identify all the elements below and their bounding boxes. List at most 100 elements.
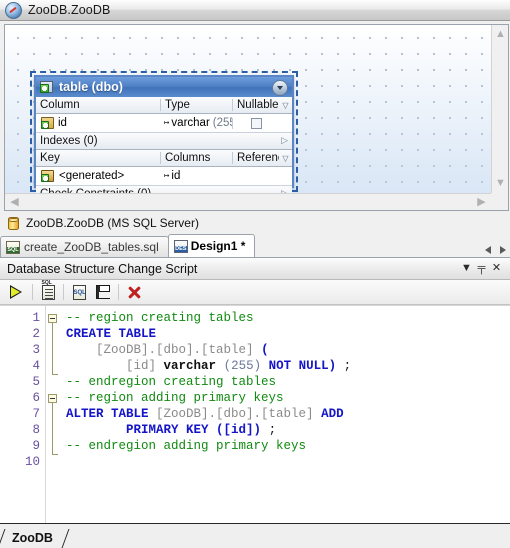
clear-button[interactable]	[122, 281, 146, 303]
status-tab-label: ZooDB	[12, 531, 53, 545]
red-x-icon	[127, 285, 141, 299]
column-nullable-cell[interactable]	[232, 117, 279, 129]
header-type: Type	[160, 99, 232, 111]
code-token: CREATE TABLE	[66, 327, 157, 341]
code-content[interactable]: -- region creating tables CREATE TABLE [Z…	[62, 306, 510, 523]
execute-button[interactable]	[5, 281, 29, 303]
code-token: NOT NULL)	[268, 359, 337, 373]
column-name: id	[58, 117, 67, 129]
panel-menu-button[interactable]: ▼	[459, 261, 474, 276]
status-tab-zoodb[interactable]: ZooDB	[0, 528, 67, 548]
indexes-section-row[interactable]: Indexes (0) ▷	[36, 133, 292, 150]
diagram-canvas-frame: table (dbo) Column Type Nullable ▽ id ↦ …	[4, 24, 509, 211]
key-name-cell: <generated>	[36, 170, 160, 182]
tab-label: create_ZooDB_tables.sql	[24, 240, 159, 254]
database-icon	[8, 216, 19, 230]
code-token: PRIMARY KEY ([id])	[126, 423, 262, 437]
code-line: -- endregion adding primary keys	[66, 438, 510, 454]
code-line: PRIMARY KEY ([id]) ;	[66, 422, 510, 438]
expand-arrow-icon[interactable]: ▷	[281, 136, 288, 145]
fold-end-1	[52, 374, 58, 375]
relation-icon: ↦	[164, 118, 170, 128]
sql-editor[interactable]: 1 2 3 4 5 6 7 8 9 10 -- region creating tables CRE…	[0, 305, 510, 523]
relation-icon: ↦	[164, 171, 170, 181]
panel-title: Database Structure Change Script	[7, 261, 198, 276]
fold-box-region-1[interactable]	[48, 313, 57, 323]
play-icon	[10, 285, 24, 299]
copy-sql-button[interactable]	[36, 281, 60, 303]
fold-line-2	[52, 403, 53, 454]
check-constraints-section-row[interactable]: Check Constraints (0) ▷	[36, 186, 292, 193]
code-line: [id] varchar (255) NOT NULL) ;	[66, 358, 510, 374]
panel-header: Database Structure Change Script ▼ ╤ ✕	[0, 258, 510, 280]
panel-toolbar	[0, 280, 510, 305]
header-key: Key	[40, 152, 60, 164]
connection-label: ZooDB.ZooDB (MS SQL Server)	[26, 216, 199, 230]
scroll-down-icon[interactable]: ▼	[492, 175, 508, 192]
diagram-horizontal-scrollbar[interactable]: ◀ ▶	[5, 193, 491, 210]
nullable-checkbox[interactable]	[250, 117, 262, 129]
scroll-right-icon[interactable]: ▶	[473, 194, 490, 210]
code-line: CREATE TABLE	[66, 326, 510, 342]
code-line: ALTER TABLE [ZooDB].[dbo].[table] ADD	[66, 406, 510, 422]
nav-prev-icon[interactable]	[485, 246, 491, 254]
primary-key-column-icon	[41, 117, 54, 129]
connection-row[interactable]: ZooDB.ZooDB (MS SQL Server)	[0, 213, 510, 233]
window-title: ZooDB.ZooDB	[28, 3, 111, 17]
code-token: ;	[343, 359, 352, 373]
nav-next-icon[interactable]	[500, 246, 506, 254]
tab-design1[interactable]: Design1 *	[167, 234, 256, 257]
code-line: -- endregion creating tables	[66, 374, 510, 390]
change-script-panel: Database Structure Change Script ▼ ╤ ✕ 1…	[0, 258, 510, 548]
design-file-icon	[173, 239, 188, 253]
document-tab-strip: create_ZooDB_tables.sql Design1 *	[0, 233, 510, 258]
table-row[interactable]: <generated> ↦ id	[36, 167, 292, 186]
panel-close-button[interactable]: ✕	[489, 261, 504, 276]
entity-title-bar[interactable]: table (dbo)	[36, 77, 292, 97]
line-number: 2	[32, 327, 40, 341]
tab-create-zoodb-tables-sql[interactable]: create_ZooDB_tables.sql	[0, 236, 169, 257]
key-columns-cell: ↦ id	[160, 170, 232, 182]
table-icon	[40, 81, 53, 93]
diagram-area: table (dbo) Column Type Nullable ▽ id ↦ …	[0, 21, 510, 213]
code-token: -- region creating tables	[66, 311, 254, 325]
code-token: [ZooDB].[dbo].[table]	[156, 407, 314, 421]
scroll-left-icon[interactable]: ◀	[6, 194, 23, 210]
toolbar-separator	[63, 284, 64, 300]
code-token: ADD	[321, 407, 344, 421]
code-folding-column[interactable]	[46, 306, 62, 523]
diagram-vertical-scrollbar[interactable]: ▲ ▼	[491, 25, 508, 193]
code-token: [id]	[126, 359, 157, 373]
code-line: -- region adding primary keys	[66, 390, 510, 406]
code-line: [ZooDB].[dbo].[table] (	[66, 342, 510, 358]
column-type: varchar	[171, 117, 210, 129]
table-row[interactable]: id ↦ varchar (255)	[36, 114, 292, 133]
code-token: [ZooDB].[dbo].[table]	[96, 343, 254, 357]
chevron-down-circle-icon[interactable]	[272, 80, 288, 96]
toolbar-separator	[32, 284, 33, 300]
code-token: -- endregion adding primary keys	[66, 439, 307, 453]
sql-clipboard-icon	[41, 281, 55, 300]
application-window: ZooDB.ZooDB table (dbo) Column Type Null…	[0, 0, 510, 548]
entity-table-box[interactable]: table (dbo) Column Type Nullable ▽ id ↦ …	[34, 75, 294, 193]
sort-arrow-icon[interactable]: ▽	[279, 154, 292, 163]
header-nullable: Nullable	[232, 99, 279, 111]
panel-pin-button[interactable]: ╤	[474, 261, 489, 276]
line-number: 7	[32, 407, 40, 421]
code-token: varchar	[163, 359, 217, 373]
save-button[interactable]	[91, 281, 115, 303]
floppy-save-icon	[96, 285, 110, 299]
sort-arrow-icon[interactable]: ▽	[279, 101, 292, 110]
scroll-up-icon[interactable]: ▲	[492, 26, 508, 43]
open-sql-button[interactable]	[67, 281, 91, 303]
diagram-canvas[interactable]: table (dbo) Column Type Nullable ▽ id ↦ …	[5, 25, 491, 193]
code-token: ALTER TABLE	[66, 407, 149, 421]
code-line: -- region creating tables	[66, 310, 510, 326]
fold-box-region-2[interactable]	[48, 393, 57, 403]
sql-file-icon	[6, 240, 20, 254]
line-number: 10	[24, 455, 40, 469]
